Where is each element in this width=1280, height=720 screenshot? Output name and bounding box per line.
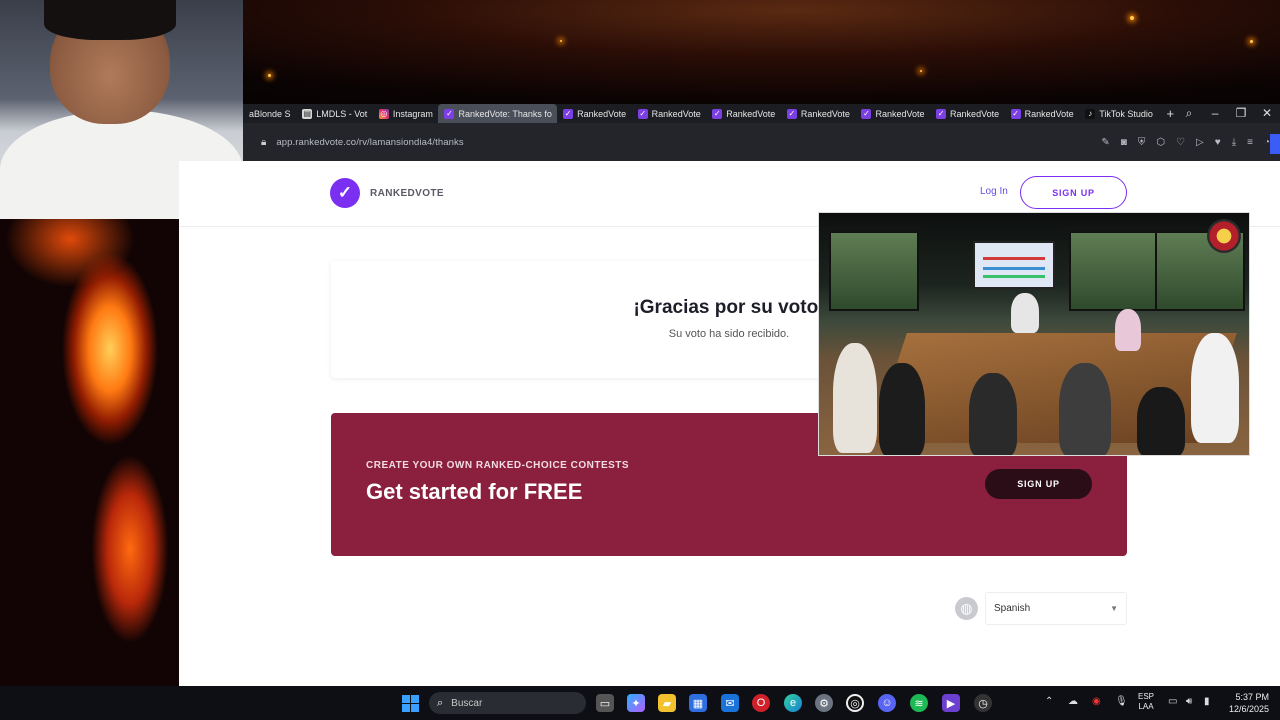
close-icon[interactable]: ✕ xyxy=(1260,106,1274,121)
taskbar-search-placeholder: Buscar xyxy=(451,697,483,709)
rankedvote-icon: ✓ xyxy=(786,108,797,119)
browser-tab[interactable]: ✓ RankedVote xyxy=(632,104,707,123)
heart-icon[interactable]: ♥ xyxy=(1215,137,1221,148)
shield-icon[interactable]: ⛨ xyxy=(1138,137,1146,148)
restore-icon[interactable]: ❐ xyxy=(1234,106,1248,121)
copilot-icon[interactable]: ✦ xyxy=(627,694,645,712)
browser-tab[interactable]: ♪ TikTok Studio xyxy=(1079,104,1158,123)
bookmark-icon[interactable]: ♡ xyxy=(1176,137,1185,148)
rankedvote-icon: ✓ xyxy=(563,108,574,119)
tiktok-icon: ♪ xyxy=(1085,108,1096,119)
tray-record-icon[interactable]: ◉ xyxy=(1092,696,1101,707)
globe-icon: ◍ xyxy=(955,597,978,620)
edge-icon[interactable]: e xyxy=(784,694,802,712)
channel-logo xyxy=(1207,219,1241,253)
stream-video-overlay xyxy=(818,212,1250,456)
volume-icon[interactable]: 🔊︎ xyxy=(1186,696,1192,707)
promo-title: Get started for FREE xyxy=(366,479,583,504)
taskbar-clock[interactable]: 5:37 PM 12/6/2025 xyxy=(1224,691,1269,715)
battery-icon[interactable]: ▮ xyxy=(1204,696,1210,707)
spotify-icon[interactable]: ≋ xyxy=(910,694,928,712)
outlook-icon[interactable]: ✉ xyxy=(721,694,739,712)
windows-start-icon[interactable] xyxy=(402,695,419,712)
input-language-line2: LAA xyxy=(1138,702,1154,711)
search-tabs-icon[interactable]: ⌕ xyxy=(1182,106,1196,121)
browser-tab[interactable]: ✓ RankedVote xyxy=(557,104,632,123)
promo-eyebrow: CREATE YOUR OWN RANKED-CHOICE CONTESTS xyxy=(366,460,630,471)
settings-gear-icon[interactable]: ⚙ xyxy=(815,694,833,712)
menu-icon[interactable]: ≡ xyxy=(1247,137,1253,148)
browser-tab[interactable]: ✓ RankedVote xyxy=(855,104,930,123)
obs-icon[interactable]: ◎ xyxy=(846,694,864,712)
download-icon[interactable]: ⤓ xyxy=(1232,137,1236,148)
camera-icon[interactable]: ◙ xyxy=(1121,137,1127,148)
browser-tab[interactable]: ◎ Instagram xyxy=(373,104,439,123)
address-bar: 🔒︎ app.rankedvote.co/rv/lamansiondia4/th… xyxy=(243,123,1280,161)
chevron-down-icon: ▼ xyxy=(1110,604,1118,613)
edit-icon[interactable]: ✎ xyxy=(1101,137,1109,148)
site-logo-text[interactable]: RANKEDVOTE xyxy=(370,188,444,199)
tray-app-icon[interactable]: ☁ xyxy=(1068,696,1078,707)
taskbar-search[interactable]: ⌕ Buscar xyxy=(429,692,586,714)
language-selected-value: Spanish xyxy=(994,603,1031,614)
chevron-up-icon[interactable]: ⌃ xyxy=(1045,696,1053,707)
extension-icon[interactable]: ⬡ xyxy=(1156,137,1165,148)
input-language-line1: ESP xyxy=(1138,692,1155,701)
minimize-icon[interactable]: – xyxy=(1208,106,1222,121)
store-icon[interactable]: ▦ xyxy=(689,694,707,712)
browser-tab[interactable]: ▤ LMDLS - Vot xyxy=(296,104,373,123)
promo-signup-button[interactable]: SIGN UP xyxy=(985,469,1092,499)
rankedvote-icon: ✓ xyxy=(712,108,723,119)
browser-tab-bar: aBlonde S ▤ LMDLS - Vot ◎ Instagram ✓ Ranke… xyxy=(243,104,1280,123)
browser-tab[interactable]: ✓ RankedVote xyxy=(706,104,781,123)
signup-button[interactable]: SIGN UP xyxy=(1020,176,1127,209)
browser-tab[interactable]: ✓ RankedVote xyxy=(1005,104,1080,123)
url-field[interactable]: app.rankedvote.co/rv/lamansiondia4/thank… xyxy=(276,137,463,148)
clock-time: 5:37 PM xyxy=(1235,692,1269,702)
site-navbar: ✓ RANKEDVOTE Log In SIGN UP xyxy=(330,176,1130,210)
browser-tab[interactable]: aBlonde S xyxy=(243,104,296,123)
rankedvote-icon: ✓ xyxy=(861,108,872,119)
discord-icon[interactable]: ☺ xyxy=(878,694,896,712)
rankedvote-icon: ✓ xyxy=(444,108,455,119)
input-language-indicator[interactable]: ESP LAA xyxy=(1138,692,1154,712)
sidebar-edge xyxy=(1270,134,1280,154)
display-icon[interactable]: ▭ xyxy=(1168,696,1177,707)
instagram-icon: ◎ xyxy=(378,108,389,119)
file-explorer-icon[interactable]: ▰ xyxy=(658,694,676,712)
login-link[interactable]: Log In xyxy=(980,186,1008,197)
rankedvote-icon: ✓ xyxy=(936,108,947,119)
microphone-icon[interactable]: 🎙︎ xyxy=(1115,696,1128,707)
stream-background-fire xyxy=(0,219,179,720)
app-icon[interactable]: ◷ xyxy=(974,694,992,712)
document-icon: ▤ xyxy=(302,108,313,119)
clock-date: 12/6/2025 xyxy=(1228,704,1269,714)
language-select[interactable]: Spanish ▼ xyxy=(985,592,1127,625)
task-view-icon[interactable]: ▭ xyxy=(596,694,614,712)
lock-icon[interactable]: 🔒︎ xyxy=(261,137,266,148)
windows-taskbar: ⌕ Buscar ▭ ✦ ▰ ▦ ✉ O e ⚙ ◎ ☺ ≋ ▶ ◷ ⌃ ☁ ◉… xyxy=(0,686,1280,720)
play-icon[interactable]: ▷ xyxy=(1196,137,1204,148)
search-icon: ⌕ xyxy=(437,696,444,709)
opera-icon[interactable]: O xyxy=(752,694,770,712)
rankedvote-icon: ✓ xyxy=(637,108,648,119)
rankedvote-logo-icon[interactable]: ✓ xyxy=(330,178,360,208)
video-editor-icon[interactable]: ▶ xyxy=(942,694,960,712)
browser-tab-active[interactable]: ✓ RankedVote: Thanks fo xyxy=(438,104,558,123)
rankedvote-icon: ✓ xyxy=(1010,108,1021,119)
browser-tab[interactable]: ✓ RankedVote xyxy=(781,104,856,123)
new-tab-plus-icon[interactable]: + xyxy=(1158,106,1182,121)
browser-tab[interactable]: ✓ RankedVote xyxy=(930,104,1005,123)
